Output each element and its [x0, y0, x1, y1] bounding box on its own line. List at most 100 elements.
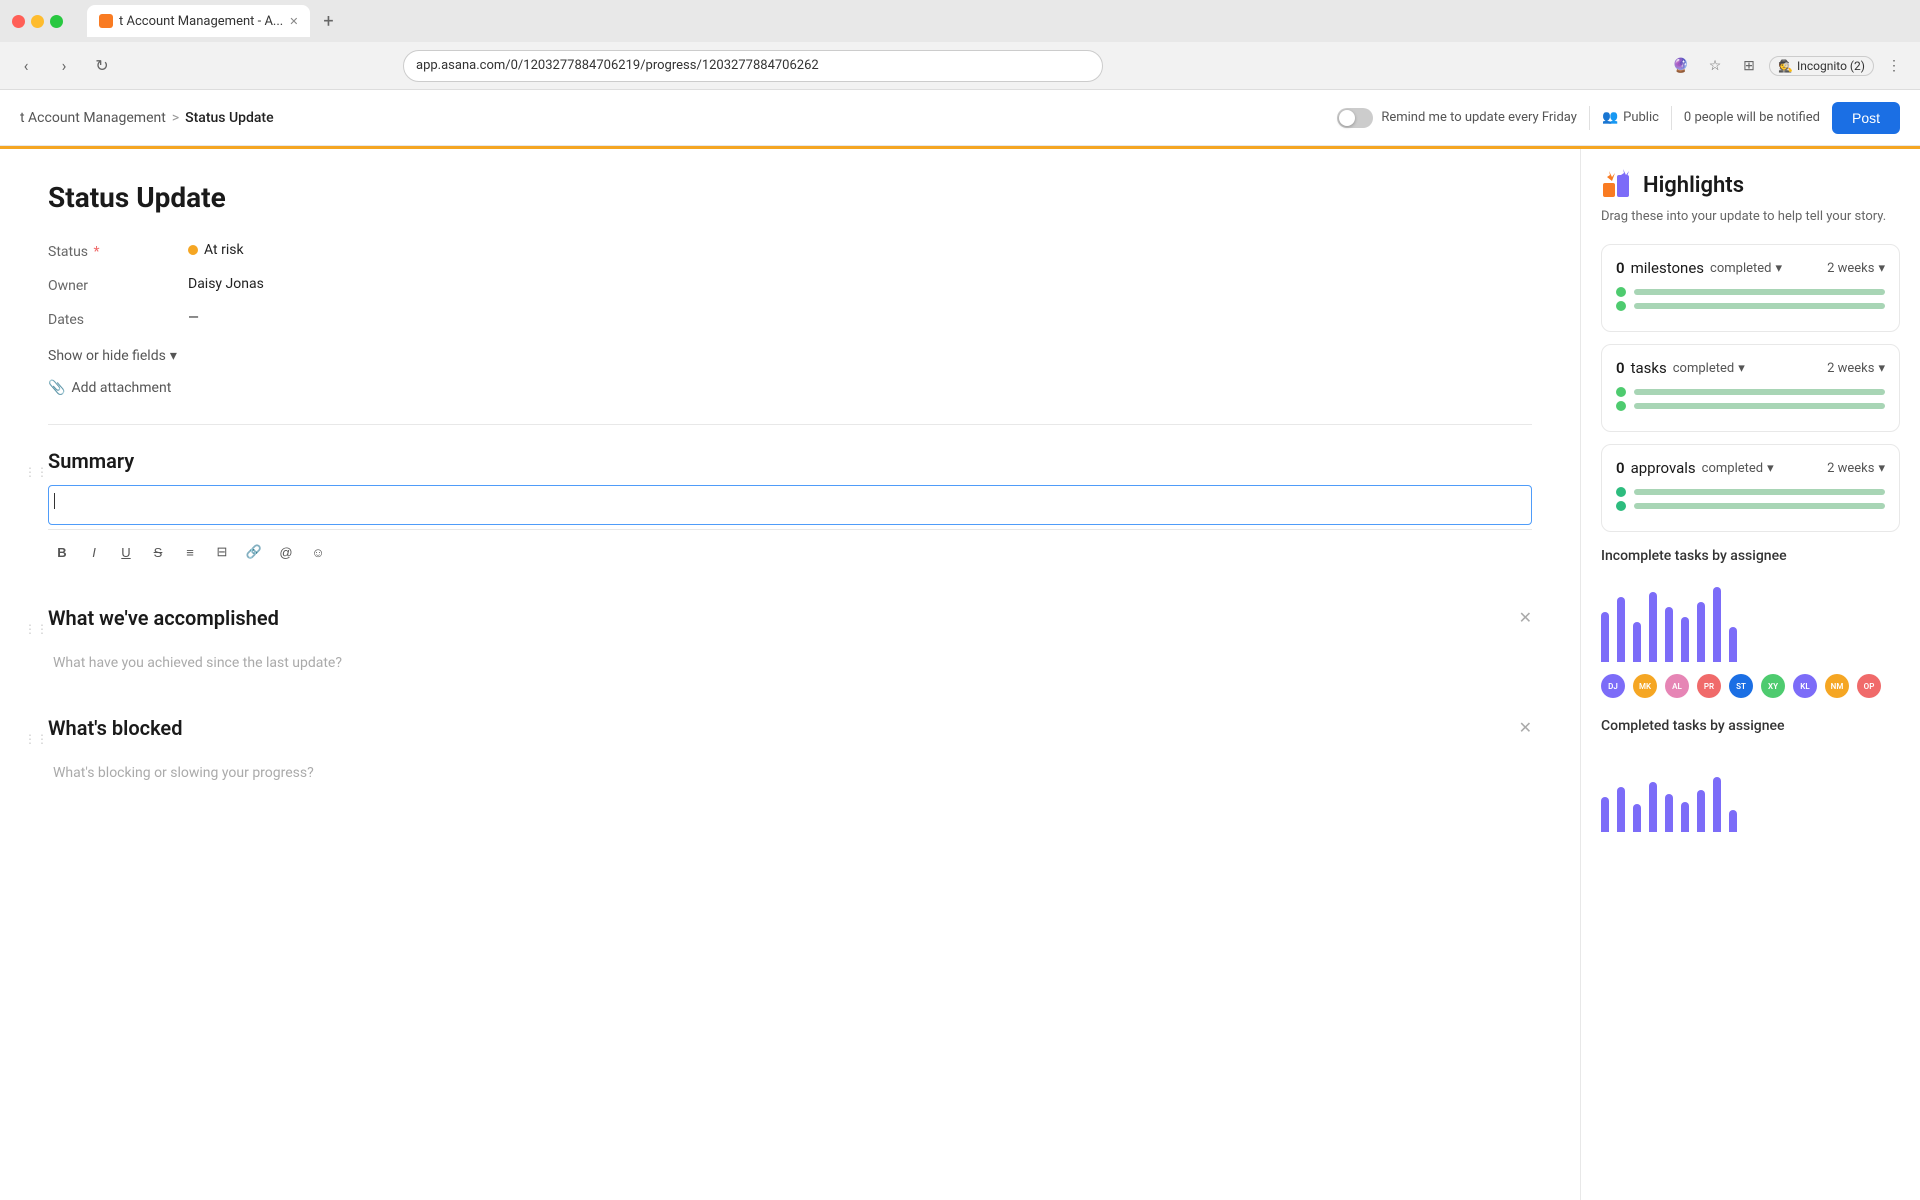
avatar-6: XY — [1761, 674, 1785, 698]
maximize-traffic-light[interactable] — [50, 15, 63, 28]
status-text: At risk — [204, 242, 244, 258]
completed-bar-group-8 — [1713, 777, 1721, 832]
tasks-period-dropdown[interactable]: 2 weeks ▾ — [1827, 361, 1885, 376]
approvals-period-dropdown[interactable]: 2 weeks ▾ — [1827, 461, 1885, 476]
accomplished-content-area[interactable]: What have you achieved since the last up… — [48, 642, 1532, 684]
nav-actions: Remind me to update every Friday 👥 Publi… — [1337, 102, 1900, 134]
blocked-close-button[interactable]: ✕ — [1519, 718, 1532, 738]
bar-1-dark — [1601, 612, 1609, 662]
tasks-progress-fill-2 — [1634, 403, 1885, 409]
show-hide-fields-button[interactable]: Show or hide fields ▾ — [48, 348, 1532, 364]
summary-content-area[interactable] — [48, 485, 1532, 525]
tab-overview-icon[interactable]: ⊞ — [1735, 52, 1763, 80]
address-bar[interactable]: app.asana.com/0/1203277884706219/progres… — [403, 50, 1103, 82]
minimize-traffic-light[interactable] — [31, 15, 44, 28]
avatar-3: AL — [1665, 674, 1689, 698]
completed-bar-6 — [1681, 802, 1689, 832]
milestones-count: 0 — [1616, 259, 1625, 277]
incomplete-tasks-section: Incomplete tasks by assignee — [1601, 548, 1900, 698]
back-button[interactable]: ‹ — [12, 52, 40, 80]
notify-count: 0 people will be notified — [1684, 110, 1820, 125]
tasks-progress-fill-1 — [1634, 389, 1885, 395]
active-tab[interactable]: t Account Management - A... ✕ — [87, 5, 310, 37]
milestones-status-dropdown[interactable]: completed ▾ — [1710, 261, 1782, 276]
tasks-card-header: 0 tasks completed ▾ 2 weeks ▾ — [1616, 359, 1885, 377]
avatar-7: KL — [1793, 674, 1817, 698]
dates-label: Dates — [48, 310, 188, 328]
milestones-status-label: completed — [1710, 261, 1771, 276]
breadcrumb-project[interactable]: t Account Management — [20, 110, 166, 126]
completed-chart-title: Completed tasks by assignee — [1601, 718, 1900, 734]
approvals-status-dropdown[interactable]: completed ▾ — [1702, 461, 1774, 476]
completed-bar-1 — [1601, 797, 1609, 832]
extensions-icon[interactable]: 🔮 — [1667, 52, 1695, 80]
completed-bar-group-1 — [1601, 797, 1609, 832]
strikethrough-button[interactable]: S — [144, 538, 172, 566]
bar-7-dark — [1697, 602, 1705, 662]
bar-4-dark — [1649, 592, 1657, 662]
milestones-progress-row-1 — [1616, 287, 1885, 297]
bold-button[interactable]: B — [48, 538, 76, 566]
summary-title: Summary — [48, 449, 134, 473]
incomplete-avatar-row: DJ MK AL PR ST XY KL NM OP — [1601, 674, 1900, 698]
status-field-row: Status * At risk — [48, 242, 1532, 260]
approvals-type: approvals — [1631, 459, 1696, 477]
owner-value[interactable]: Daisy Jonas — [188, 276, 264, 292]
highlights-header: Highlights — [1601, 169, 1900, 201]
post-button[interactable]: Post — [1832, 102, 1900, 134]
incognito-label: Incognito (2) — [1797, 59, 1865, 73]
avatar-1: DJ — [1601, 674, 1625, 698]
menu-button[interactable]: ⋮ — [1880, 52, 1908, 80]
breadcrumb-current-page: Status Update — [185, 110, 273, 126]
forward-button[interactable]: › — [50, 52, 78, 80]
public-badge[interactable]: 👥 Public — [1602, 110, 1659, 125]
tasks-status-dropdown[interactable]: completed ▾ — [1673, 361, 1745, 376]
emoji-button[interactable]: ☺ — [304, 538, 332, 566]
completed-bar-group-7 — [1697, 790, 1705, 832]
dates-value[interactable]: — — [188, 310, 199, 326]
reminder-toggle-switch[interactable] — [1337, 108, 1373, 128]
incomplete-chart-title: Incomplete tasks by assignee — [1601, 548, 1900, 564]
milestones-progress-dot-1 — [1616, 287, 1626, 297]
app-layout: t Account Management > Status Update Rem… — [0, 90, 1920, 1200]
mention-button[interactable]: @ — [272, 538, 300, 566]
status-value[interactable]: At risk — [188, 242, 244, 258]
close-traffic-light[interactable] — [12, 15, 25, 28]
tab-close-button[interactable]: ✕ — [289, 15, 298, 28]
link-button[interactable]: 🔗 — [240, 538, 268, 566]
italic-button[interactable]: I — [80, 538, 108, 566]
reminder-toggle-section: Remind me to update every Friday — [1337, 108, 1577, 128]
blocked-content-area[interactable]: What's blocking or slowing your progress… — [48, 752, 1532, 794]
milestones-period-dropdown[interactable]: 2 weeks ▾ — [1827, 261, 1885, 276]
top-nav: t Account Management > Status Update Rem… — [0, 90, 1920, 146]
completed-bar-2 — [1617, 787, 1625, 832]
blocked-drag-handle[interactable]: ⋮⋮ — [24, 732, 48, 746]
approvals-card: 0 approvals completed ▾ 2 weeks ▾ — [1601, 444, 1900, 532]
bar-group-7 — [1697, 602, 1705, 662]
underline-button[interactable]: U — [112, 538, 140, 566]
accomplished-drag-handle[interactable]: ⋮⋮ — [24, 622, 48, 636]
completed-bar-5 — [1665, 794, 1673, 832]
accomplished-close-button[interactable]: ✕ — [1519, 608, 1532, 628]
add-attachment-button[interactable]: 📎 Add attachment — [48, 380, 1532, 396]
section-separator — [48, 424, 1532, 425]
milestones-card-left: 0 milestones completed ▾ — [1616, 259, 1782, 277]
tab-favicon — [99, 14, 113, 28]
tasks-progress-dot-1 — [1616, 387, 1626, 397]
incognito-icon: 🕵 — [1778, 59, 1793, 73]
show-hide-label: Show or hide fields — [48, 348, 166, 364]
approvals-progress-fill-1 — [1634, 489, 1885, 495]
refresh-button[interactable]: ↻ — [88, 52, 116, 80]
status-label: Status * — [48, 242, 188, 260]
summary-drag-handle[interactable]: ⋮⋮ — [24, 465, 48, 479]
bar-5-dark — [1665, 607, 1673, 662]
milestones-status-chevron: ▾ — [1775, 261, 1782, 276]
bookmark-icon[interactable]: ☆ — [1701, 52, 1729, 80]
new-tab-button[interactable]: + — [314, 7, 342, 35]
bullet-list-button[interactable]: ≡ — [176, 538, 204, 566]
milestones-period-label: 2 weeks — [1827, 261, 1874, 276]
incognito-badge: 🕵 Incognito (2) — [1769, 56, 1874, 76]
bar-6-dark — [1681, 617, 1689, 662]
numbered-list-button[interactable]: ⊟ — [208, 538, 236, 566]
main-content: Status Update Status * At risk Owner Dai… — [0, 149, 1920, 1200]
